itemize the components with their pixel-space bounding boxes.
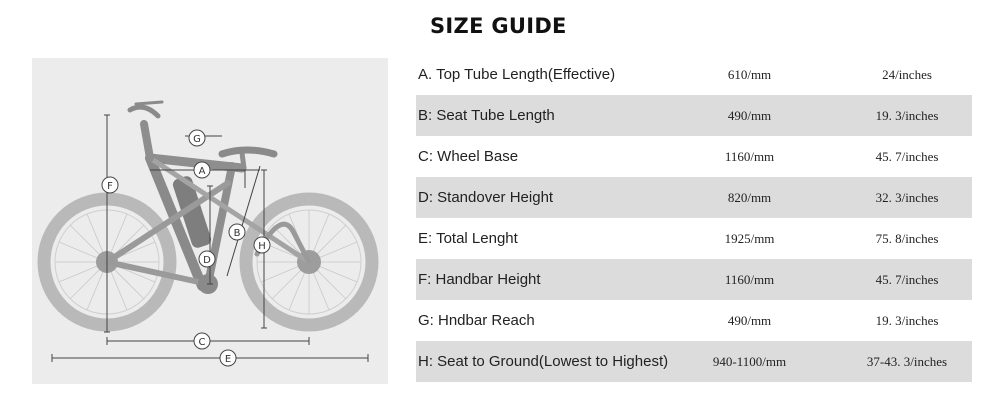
row-mm-value: 940-1100/mm	[712, 353, 787, 369]
row-inch-value: 19. 3/inches	[875, 107, 939, 123]
page-title: SIZE GUIDE	[430, 14, 567, 38]
svg-text:E: E	[225, 354, 231, 365]
marker-d: D	[198, 250, 216, 268]
marker-f: F	[101, 176, 119, 194]
row-label: E: Total Lenght	[418, 230, 518, 247]
marker-b: B	[228, 223, 246, 241]
table-row: B: Seat Tube Length 490/mm 19. 3/inches	[416, 95, 972, 136]
table-row: F: Handbar Height 1160/mm 45. 7/inches	[416, 259, 972, 300]
svg-text:F: F	[107, 181, 113, 192]
svg-text:A: A	[199, 166, 206, 177]
table-row: G: Hndbar Reach 490/mm 19. 3/inches	[416, 300, 972, 341]
row-mm-value: 1160/mm	[724, 271, 775, 287]
row-inch-value: 32. 3/inches	[875, 189, 939, 205]
row-mm-value: 1160/mm	[724, 148, 775, 164]
table-row: D: Standover Height 820/mm 32. 3/inches	[416, 177, 972, 218]
svg-text:H: H	[258, 241, 266, 252]
row-inch-value: 19. 3/inches	[875, 312, 939, 328]
row-inch-value: 75. 8/inches	[875, 230, 939, 246]
row-label: G: Hndbar Reach	[418, 312, 535, 329]
row-label: C: Wheel Base	[418, 148, 519, 165]
row-label: H: Seat to Ground(Lowest to Highest)	[418, 353, 669, 370]
svg-text:C: C	[199, 337, 206, 348]
row-label: F: Handbar Height	[418, 271, 541, 288]
table-row: A. Top Tube Length(Effective) 610/mm 24/…	[416, 54, 972, 95]
row-label: A. Top Tube Length(Effective)	[418, 66, 616, 83]
marker-g: G	[188, 129, 206, 147]
svg-text:D: D	[203, 255, 211, 266]
bike-diagram: G A F B H D C E	[32, 58, 388, 384]
row-inch-value: 45. 7/inches	[875, 271, 939, 287]
table-row: C: Wheel Base 1160/mm 45. 7/inches	[416, 136, 972, 177]
row-inch-value: 37-43. 3/inches	[866, 353, 948, 369]
row-inch-value: 24/inches	[882, 66, 932, 82]
table-row: E: Total Lenght 1925/mm 75. 8/inches	[416, 218, 972, 259]
bike-illustration: G A F B H D C E	[37, 100, 379, 367]
marker-e: E	[219, 349, 237, 367]
size-table: A. Top Tube Length(Effective) 610/mm 24/…	[416, 54, 972, 382]
row-label: B: Seat Tube Length	[418, 107, 555, 124]
table-row: H: Seat to Ground(Lowest to Highest) 940…	[416, 341, 972, 382]
row-label: D: Standover Height	[418, 189, 554, 206]
row-mm-value: 610/mm	[727, 66, 772, 82]
marker-c: C	[193, 332, 211, 350]
svg-text:G: G	[193, 134, 201, 145]
marker-h: H	[253, 236, 271, 254]
row-mm-value: 490/mm	[727, 107, 772, 123]
row-mm-value: 1925/mm	[724, 230, 775, 246]
row-mm-value: 490/mm	[727, 312, 772, 328]
row-mm-value: 820/mm	[727, 189, 772, 205]
row-inch-value: 45. 7/inches	[875, 148, 939, 164]
marker-a: A	[193, 161, 211, 179]
svg-text:B: B	[234, 228, 241, 239]
